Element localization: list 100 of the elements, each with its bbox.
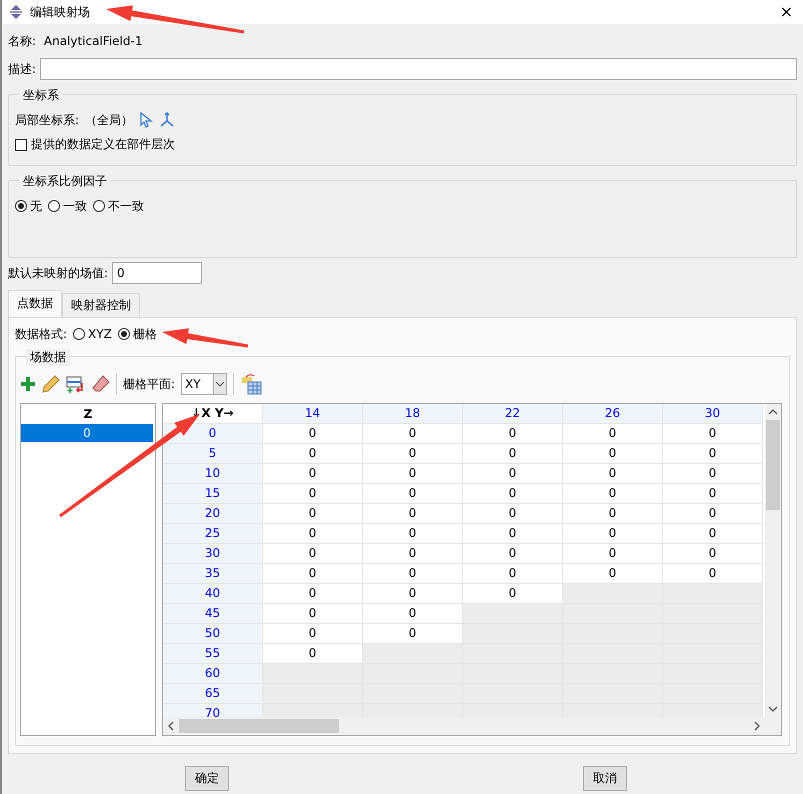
table-cell: 0 (263, 424, 363, 444)
table-cell: 0 (363, 544, 463, 564)
ok-button[interactable]: 确定 (185, 766, 229, 791)
table-cell: 0 (263, 484, 363, 504)
radio-label: 一致 (63, 198, 87, 214)
cursor-icon[interactable] (139, 112, 154, 128)
table-cell: 0 (663, 504, 763, 524)
row-header: 60 (163, 664, 263, 684)
table-cell: 0 (263, 504, 363, 524)
table-cell: 0 (463, 504, 563, 524)
table-cell: 0 (363, 464, 463, 484)
radio-button[interactable] (73, 328, 86, 340)
cancel-button[interactable]: 取消 (583, 766, 627, 791)
radio-button[interactable] (93, 200, 105, 212)
table-cell: 0 (563, 524, 663, 544)
row-header: 65 (163, 684, 263, 704)
table-cell: 0 (263, 564, 363, 584)
table-cell: 0 (563, 504, 663, 524)
default-value-field[interactable]: 0 (112, 262, 202, 284)
checkbox[interactable] (15, 138, 27, 150)
group-title: 场数据 (26, 349, 70, 366)
table-insert-icon[interactable] (66, 375, 86, 393)
table-cell: 0 (463, 444, 563, 464)
row-header: 50 (163, 624, 263, 644)
row-header: 25 (163, 524, 263, 544)
table-cell: 0 (563, 424, 663, 444)
table-cell: 0 (663, 444, 763, 464)
checkbox-label: 提供的数据定义在部件层次 (31, 136, 175, 153)
radio-button[interactable] (15, 200, 27, 212)
app-icon (8, 4, 24, 20)
vertical-scrollbar[interactable] (765, 404, 781, 717)
default-value-label: 默认未映射的场值: (8, 264, 108, 282)
column-header: 30 (663, 404, 763, 424)
csys-value: （全局） (85, 112, 134, 128)
grid-plane-dropdown[interactable]: XY (181, 373, 228, 395)
column-header: Z (82, 406, 94, 423)
table-cell: 0 (463, 484, 563, 504)
table-cell: 0 (263, 524, 363, 544)
table-cell: 0 (263, 444, 363, 464)
table-cell: 0 (263, 624, 363, 644)
plus-icon[interactable] (20, 376, 36, 392)
radio-button[interactable] (118, 328, 130, 340)
name-value: AnalyticalField-1 (42, 34, 142, 48)
table-cell: 0 (563, 484, 663, 504)
row-header: 15 (163, 484, 263, 504)
row-header: 55 (163, 644, 263, 664)
name-label: 名称: (8, 32, 36, 50)
table-cell: 0 (663, 484, 763, 504)
description-label: 描述: (8, 60, 36, 78)
radio-button[interactable] (48, 200, 60, 212)
table-cell: 0 (463, 464, 563, 484)
table-cell: 0 (363, 524, 463, 544)
list-item[interactable]: 0 (21, 424, 153, 442)
row-header: 10 (163, 464, 263, 484)
window-title: 编辑映射场 (30, 4, 90, 20)
table-cell: 0 (463, 544, 563, 564)
table-cell: 0 (663, 424, 763, 444)
table-cell: 0 (663, 464, 763, 484)
group-title: 坐标系 (19, 87, 63, 104)
column-header: 22 (463, 404, 563, 424)
radio-label: 无 (30, 198, 42, 214)
row-header: 30 (163, 544, 263, 564)
column-header: 18 (363, 404, 463, 424)
table-cell: 0 (663, 524, 763, 544)
row-header: 40 (163, 584, 263, 604)
description-field[interactable] (40, 58, 797, 80)
tab[interactable]: 点数据 (8, 290, 62, 317)
table-cell: 0 (663, 544, 763, 564)
table-cell: 0 (363, 564, 463, 584)
row-header: 45 (163, 604, 263, 624)
axes-icon[interactable] (159, 112, 176, 128)
radio-label: 不一致 (108, 198, 144, 214)
table-cell: 0 (563, 444, 663, 464)
column-header: 14 (263, 404, 363, 424)
row-header: 35 (163, 564, 263, 584)
grid-plane-label: 栅格平面: (123, 376, 176, 392)
tab[interactable]: 映射器控制 (62, 293, 140, 317)
pencil-icon[interactable] (42, 375, 60, 393)
table-cell: 0 (263, 584, 363, 604)
table-cell: 0 (563, 544, 663, 564)
table-cell: 0 (363, 424, 463, 444)
row-header: 5 (163, 444, 263, 464)
horizontal-scrollbar[interactable] (163, 717, 781, 735)
table-cell: 0 (463, 524, 563, 544)
row-header: 20 (163, 504, 263, 524)
table-cell: 0 (363, 444, 463, 464)
table-cell: 0 (263, 544, 363, 564)
radio-label: 栅格 (132, 326, 157, 342)
eraser-icon[interactable] (92, 375, 110, 393)
csys-label: 局部坐标系: (15, 112, 80, 128)
group-title: 坐标系比例因子 (19, 173, 111, 190)
table-cell: 0 (363, 584, 463, 604)
table-icon[interactable] (240, 373, 262, 395)
table-cell: 0 (463, 424, 563, 444)
close-button[interactable]: × (776, 4, 797, 20)
table-cell: 0 (263, 604, 363, 624)
radio-label: XYZ (88, 327, 112, 341)
table-cell: 0 (463, 564, 563, 584)
format-label: 数据格式: (15, 326, 68, 342)
table-cell: 0 (363, 504, 463, 524)
